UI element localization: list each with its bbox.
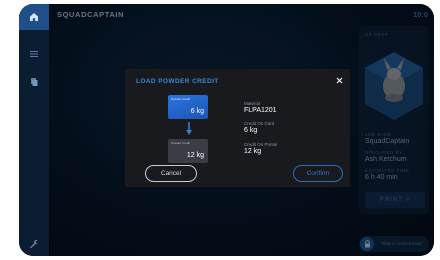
dialog-title: LOAD POWDER CREDIT [136,78,219,85]
cancel-button[interactable]: Cancel [145,165,197,182]
card-amount: 6 kg [190,108,204,115]
powder-card: Powder Credit 6 kg [168,95,208,119]
close-icon [336,77,342,83]
load-powder-credit-dialog: LOAD POWDER CREDIT Powder Credit 6 kg Po… [125,69,350,187]
card-amount: 12 kg [186,152,204,159]
home-icon [30,13,38,21]
nav-home[interactable] [19,4,49,30]
close-button[interactable] [333,74,345,86]
credit-on-printer-value: 12 kg [244,148,262,155]
credit-on-card-value: 6 kg [244,127,258,134]
material-label: Material [244,101,261,106]
files-icon [31,78,38,86]
confirm-button[interactable]: Confirm [293,165,343,182]
nav-library[interactable] [28,76,40,88]
credit-on-printer-label: Credit On Printer [244,142,278,147]
material-value: FLPA1201 [244,107,277,114]
card-brand: Powder Credit [171,141,191,145]
arrow-down-icon [186,122,192,135]
nav-queue[interactable] [28,48,40,60]
printer-screen: SQUADCAPTAIN 10:0 UP NEXT JOB NAME Squad… [19,4,434,256]
printer-credit-card: Powder Credit 12 kg [168,139,208,163]
card-brand: Powder Credit [171,97,191,101]
credit-on-card-label: Credit On Card [244,121,275,126]
nav-settings[interactable] [28,238,40,250]
list-icon [30,51,38,57]
nav-rail [19,4,49,256]
wrench-icon [30,239,39,249]
